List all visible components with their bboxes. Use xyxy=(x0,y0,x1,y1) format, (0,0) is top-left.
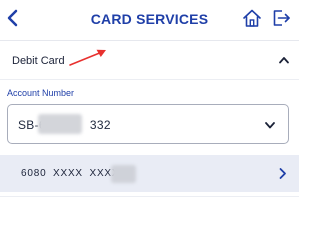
app-header: CARD SERVICES xyxy=(0,0,299,41)
section-title: Debit Card xyxy=(12,55,65,67)
redacted-blur xyxy=(38,114,82,134)
chevron-right-icon xyxy=(279,168,286,179)
account-number-label: Account Number xyxy=(7,88,75,98)
chevron-down-icon xyxy=(265,122,275,129)
account-number-select[interactable]: SB-6 332 xyxy=(7,104,289,144)
annotation-arrow-icon xyxy=(69,49,106,66)
chevron-up-icon[interactable] xyxy=(278,55,290,65)
home-icon[interactable] xyxy=(242,8,262,28)
account-number-suffix: 332 xyxy=(89,118,111,132)
redacted-blur xyxy=(111,165,136,183)
debit-card-section-header[interactable]: Debit Card xyxy=(0,42,299,80)
logout-icon[interactable] xyxy=(271,8,291,28)
divider xyxy=(0,196,299,197)
card-number: 6080 XXXX XXXX xyxy=(21,168,120,179)
card-list-item[interactable]: 6080 XXXX XXXX xyxy=(0,155,299,192)
